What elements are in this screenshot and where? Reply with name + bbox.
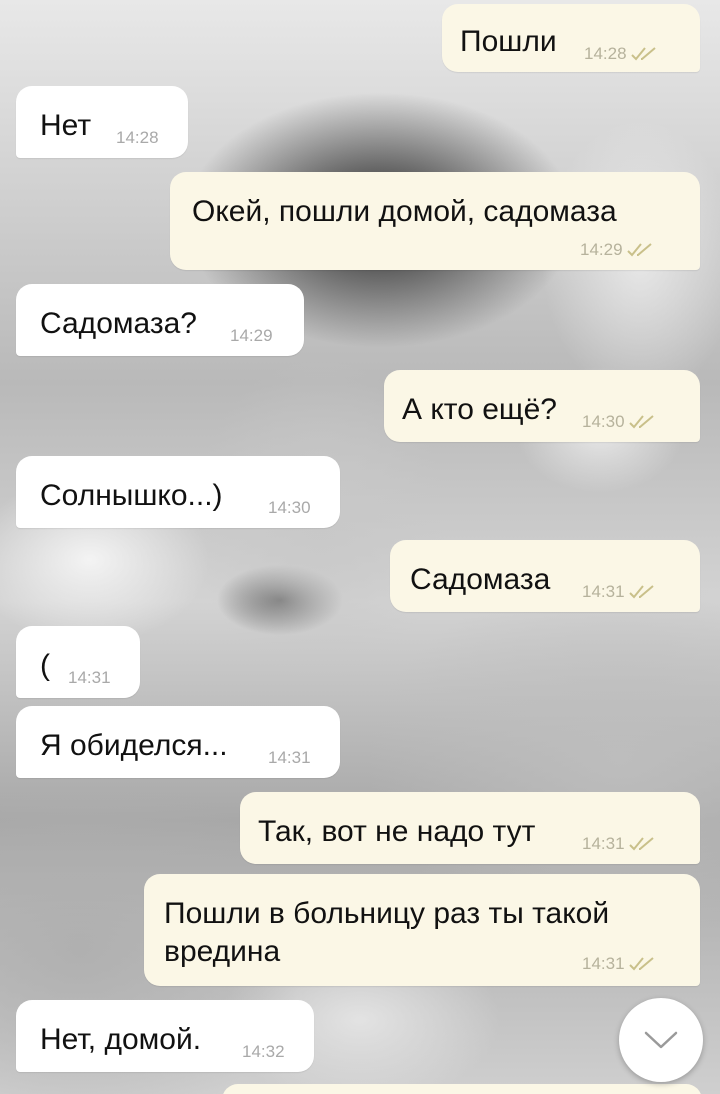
message-bubble-incoming[interactable]: Садомаза? 14:29: [16, 284, 304, 356]
message-bubble-incoming[interactable]: Нет 14:28: [16, 86, 188, 158]
message-meta: 14:31: [582, 954, 655, 974]
message-meta: 14:31: [268, 748, 311, 768]
double-check-icon: [628, 957, 654, 971]
message-meta: 14:31: [582, 582, 655, 602]
message-time: 14:28: [116, 128, 159, 147]
message-time: 14:30: [268, 498, 311, 517]
message-text: А кто ещё?: [402, 393, 557, 426]
message-time: 14:29: [580, 240, 623, 259]
message-text: Нет, домой.: [40, 1023, 202, 1056]
scroll-to-bottom-button[interactable]: [619, 998, 703, 1082]
message-time: 14:31: [582, 954, 625, 973]
message-time: 14:31: [582, 582, 625, 601]
message-bubble-outgoing[interactable]: Пошли в больницу раз ты такой вредина 14…: [144, 874, 700, 986]
message-time: 14:30: [582, 412, 625, 431]
message-bubble-outgoing-partial[interactable]: [222, 1084, 702, 1094]
message-text: Садомаза?: [40, 307, 197, 340]
message-time: 14:32: [242, 1042, 285, 1061]
message-text-line2: вредина: [164, 935, 281, 968]
message-meta: 14:31: [68, 668, 111, 688]
message-text: Я обиделся...: [40, 729, 228, 762]
chat-screen: Пошли 14:28 Нет 14:28 Окей, пошли домой,…: [0, 0, 720, 1094]
message-text: Солнышко...): [40, 479, 223, 512]
message-text: (: [40, 649, 50, 682]
double-check-icon: [630, 47, 656, 61]
message-bubble-outgoing[interactable]: Окей, пошли домой, садомаза 14:29: [170, 172, 700, 270]
double-check-icon: [628, 837, 654, 851]
message-bubble-outgoing[interactable]: Так, вот не надо тут 14:31: [240, 792, 700, 864]
message-text: Пошли: [460, 25, 557, 58]
message-text: Окей, пошли домой, садомаза: [192, 195, 617, 228]
message-bubble-incoming[interactable]: Солнышко...) 14:30: [16, 456, 340, 528]
message-text: Садомаза: [410, 563, 551, 596]
double-check-icon: [626, 243, 652, 257]
message-bubble-outgoing[interactable]: Пошли 14:28: [442, 4, 700, 72]
message-bubble-incoming[interactable]: ( 14:31: [16, 626, 140, 698]
message-meta: 14:31: [582, 834, 655, 854]
message-meta: 14:28: [116, 128, 159, 148]
message-text-line1: Пошли в больницу раз ты такой: [164, 897, 610, 930]
message-text: Нет: [40, 109, 92, 142]
chevron-down-icon: [644, 1031, 678, 1049]
message-meta: 14:28: [584, 44, 657, 64]
message-meta: 14:29: [580, 240, 653, 260]
message-bubble-incoming[interactable]: Нет, домой. 14:32: [16, 1000, 314, 1072]
message-bubble-outgoing[interactable]: Садомаза 14:31: [390, 540, 700, 612]
message-meta: 14:29: [230, 326, 273, 346]
message-text: Так, вот не надо тут: [258, 815, 536, 848]
message-bubble-incoming[interactable]: Я обиделся... 14:31: [16, 706, 340, 778]
message-meta: 14:30: [268, 498, 311, 518]
message-list[interactable]: Пошли 14:28 Нет 14:28 Окей, пошли домой,…: [0, 0, 720, 1094]
message-time: 14:31: [68, 668, 111, 687]
message-time: 14:31: [582, 834, 625, 853]
message-meta: 14:30: [582, 412, 655, 432]
message-time: 14:31: [268, 748, 311, 767]
message-time: 14:28: [584, 44, 627, 63]
double-check-icon: [628, 415, 654, 429]
message-bubble-outgoing[interactable]: А кто ещё? 14:30: [384, 370, 700, 442]
message-time: 14:29: [230, 326, 273, 345]
message-meta: 14:32: [242, 1042, 285, 1062]
double-check-icon: [628, 585, 654, 599]
